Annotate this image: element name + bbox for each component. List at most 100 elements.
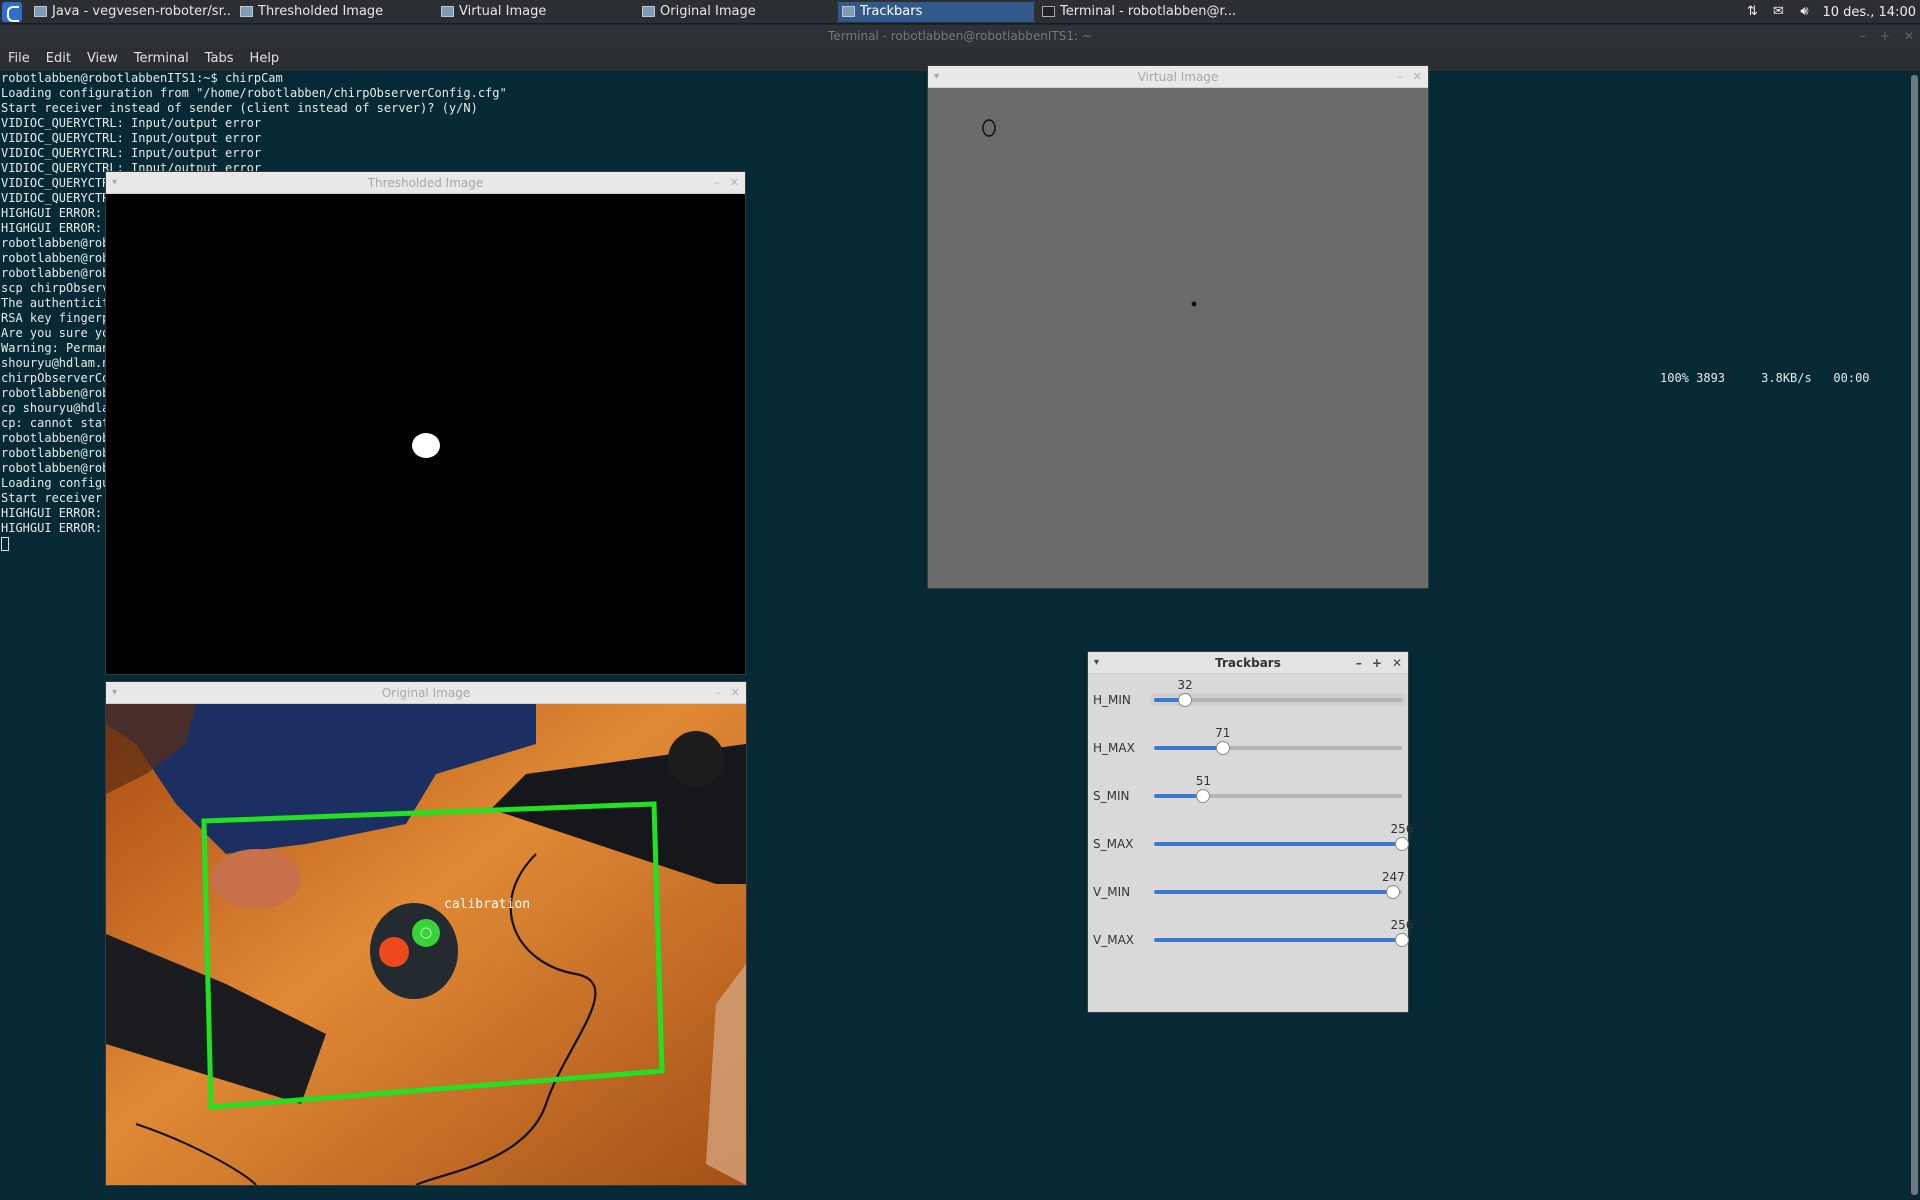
original-image-window[interactable]: ▾ Original Image – ✕ calibration	[105, 681, 747, 1186]
virtual-scene	[982, 119, 1197, 307]
task-label: Thresholded Image	[258, 4, 384, 19]
task-label: Terminal - robotlabben@r...	[1060, 4, 1237, 19]
task-trackbars[interactable]: Trackbars	[838, 2, 1034, 22]
calibration-label: calibration	[444, 897, 531, 912]
trackbars-window[interactable]: ▾ Trackbars – + ✕ H_MIN 32 H_MAX 71 S_MIN 51 S_M…	[1087, 651, 1413, 1013]
trackbar-s-min: S_MIN 51	[1088, 770, 1408, 818]
trackbar-value: 71	[1215, 726, 1231, 740]
trackbar-knob[interactable]	[1395, 837, 1409, 851]
trackbar-knob[interactable]	[1178, 693, 1192, 707]
terminal-scrollbar[interactable]	[1908, 71, 1920, 1200]
task-label: Java - vegvesen-roboter/sr...	[52, 4, 230, 19]
trackbar-h-max: H_MAX 71	[1088, 722, 1408, 770]
thresholded-canvas	[106, 194, 745, 674]
window-icon	[842, 6, 855, 17]
task-terminal[interactable]: Terminal - robotlabben@r...	[1038, 2, 1238, 22]
trackbar-v-min: V_MIN 247	[1088, 866, 1408, 914]
red-marker	[379, 937, 409, 967]
camera-feed: calibration	[106, 704, 746, 1185]
task-thresholded-image[interactable]: Thresholded Image	[236, 2, 432, 22]
target-point	[1191, 301, 1197, 307]
app-menu-icon[interactable]	[2, 2, 22, 22]
network-icon[interactable]: ⇅	[1744, 5, 1760, 19]
trackbar-knob[interactable]	[1215, 741, 1230, 755]
task-label: Original Image	[660, 4, 756, 19]
minimize-icon[interactable]: –	[1356, 652, 1362, 674]
trackbar-slider[interactable]	[1154, 741, 1402, 755]
window-icon	[240, 6, 253, 17]
menu-help[interactable]: Help	[242, 47, 288, 71]
scp-progress-text: 100% 3893 3.8KB/s 00:00	[1660, 371, 1870, 385]
close-icon[interactable]: ✕	[1904, 25, 1914, 47]
camera-scene	[106, 704, 746, 1185]
minimize-icon[interactable]: –	[1860, 25, 1866, 47]
trackbar-s-max: S_MAX 256	[1088, 818, 1413, 866]
menu-tabs[interactable]: Tabs	[197, 47, 242, 71]
trackbar-v-max: V_MAX 256	[1088, 914, 1413, 962]
virtual-image-window[interactable]: ▾ Virtual Image – ✕	[927, 65, 1429, 589]
volume-icon[interactable]: 🔊︎	[1796, 5, 1812, 19]
minimize-icon[interactable]: –	[715, 682, 721, 704]
clock[interactable]: 10 des., 14:00	[1822, 5, 1916, 20]
terminal-icon	[1042, 6, 1055, 17]
thresholded-image-window[interactable]: ▾ Thresholded Image – ✕	[105, 171, 746, 675]
window-titlebar[interactable]: ▾ Trackbars – + ✕	[1088, 652, 1408, 674]
close-icon[interactable]: ✕	[1392, 652, 1402, 674]
trackbar-fill	[1154, 890, 1394, 894]
trackbar-value: 256	[1390, 918, 1414, 932]
menu-file[interactable]: File	[0, 47, 38, 71]
system-tray: ⇅ ✉ 🔊︎ 10 des., 14:00	[1744, 0, 1920, 24]
trackbar-knob[interactable]	[1395, 933, 1409, 947]
trackbar-label: H_MIN	[1093, 693, 1131, 707]
detected-blob	[412, 433, 440, 458]
minimize-icon[interactable]: –	[1397, 66, 1403, 88]
close-icon[interactable]: ✕	[730, 172, 739, 194]
task-label: Virtual Image	[459, 4, 547, 19]
trackbar-knob[interactable]	[1196, 789, 1211, 803]
trackbar-value: 247	[1381, 870, 1405, 884]
trackbar-slider[interactable]	[1154, 933, 1409, 947]
trackbar-fill	[1154, 938, 1402, 942]
task-virtual-image[interactable]: Virtual Image	[437, 2, 633, 22]
scrollbar-thumb[interactable]	[1911, 75, 1918, 1195]
window-title: Original Image	[381, 686, 471, 700]
robot-marker	[982, 119, 996, 137]
window-titlebar[interactable]: ▾ Virtual Image – ✕	[928, 66, 1428, 88]
window-menu-icon[interactable]: ▾	[934, 66, 939, 88]
terminal-titlebar[interactable]: Terminal - robotlabben@robotlabbenITS1: …	[0, 25, 1920, 47]
trackbar-value: 256	[1390, 822, 1414, 836]
close-icon[interactable]: ✕	[731, 682, 740, 704]
window-menu-icon[interactable]: ▾	[112, 682, 117, 704]
window-title: Virtual Image	[1137, 70, 1219, 84]
trackbar-slider[interactable]	[1154, 885, 1402, 899]
trackbar-label: V_MIN	[1093, 885, 1131, 899]
trackbar-value: 51	[1195, 774, 1212, 788]
close-icon[interactable]: ✕	[1413, 66, 1422, 88]
task-label: Trackbars	[860, 4, 923, 19]
window-menu-icon[interactable]: ▾	[1094, 652, 1099, 674]
trackbar-slider[interactable]	[1154, 693, 1402, 707]
window-icon	[441, 6, 454, 17]
java-icon	[34, 6, 47, 17]
window-title: Trackbars	[1215, 656, 1281, 670]
menu-view[interactable]: View	[79, 47, 126, 71]
trackbar-label: H_MAX	[1093, 741, 1135, 755]
mail-icon[interactable]: ✉	[1770, 5, 1786, 19]
trackbar-slider[interactable]	[1154, 837, 1409, 851]
hand	[211, 849, 301, 909]
trackbar-knob[interactable]	[1386, 885, 1401, 899]
task-original-image[interactable]: Original Image	[638, 2, 834, 22]
menu-edit[interactable]: Edit	[38, 47, 79, 71]
trackbar-label: S_MIN	[1093, 789, 1130, 803]
window-title: Thresholded Image	[367, 176, 484, 190]
window-titlebar[interactable]: ▾ Original Image – ✕	[106, 682, 746, 704]
task-java[interactable]: Java - vegvesen-roboter/sr...	[30, 2, 230, 22]
window-titlebar[interactable]: ▾ Thresholded Image – ✕	[106, 172, 745, 194]
maximize-icon[interactable]: +	[1880, 25, 1890, 47]
window-menu-icon[interactable]: ▾	[112, 172, 117, 194]
minimize-icon[interactable]: –	[714, 172, 720, 194]
menu-terminal[interactable]: Terminal	[126, 47, 197, 71]
trackbar-slider[interactable]	[1154, 789, 1402, 803]
text-cursor	[1, 536, 9, 551]
maximize-icon[interactable]: +	[1372, 652, 1382, 674]
